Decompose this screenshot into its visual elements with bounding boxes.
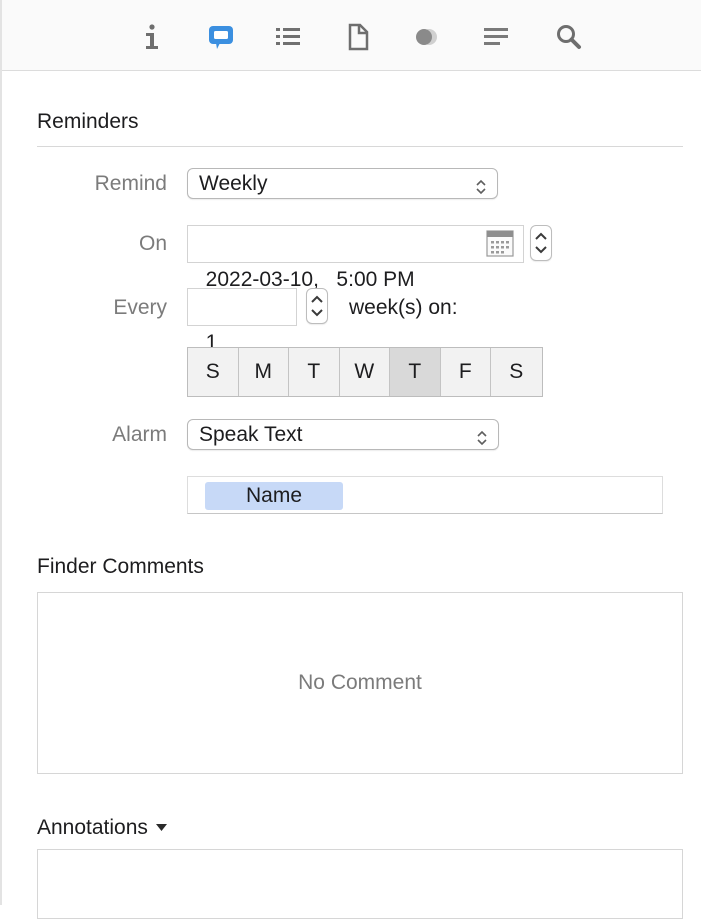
alarm-label: Alarm bbox=[112, 423, 167, 446]
date-time-field[interactable]: 2022-03-10, 5:00 PM bbox=[187, 225, 524, 291]
info-icon[interactable] bbox=[138, 22, 168, 52]
lines-icon[interactable] bbox=[481, 22, 511, 52]
comment-bubble-icon[interactable] bbox=[206, 22, 236, 52]
list-icon[interactable] bbox=[273, 22, 303, 52]
on-label: On bbox=[138, 232, 167, 255]
day-friday[interactable]: F bbox=[440, 348, 491, 396]
finder-comments-textarea[interactable]: No Comment bbox=[37, 592, 683, 774]
reminders-divider bbox=[37, 146, 683, 147]
day-saturday[interactable]: S bbox=[491, 348, 542, 396]
every-label: Every bbox=[113, 296, 167, 319]
date-stepper[interactable] bbox=[530, 225, 552, 261]
weekday-selector: S M T W T F S bbox=[187, 347, 543, 397]
annotations-area[interactable] bbox=[37, 849, 683, 919]
day-tuesday[interactable]: T bbox=[289, 348, 340, 396]
interval-unit-label: week(s) on: bbox=[349, 296, 458, 319]
alarm-popup[interactable]: Speak Text bbox=[187, 419, 499, 450]
popup-arrows-icon bbox=[475, 175, 487, 204]
reminders-heading: Reminders bbox=[37, 110, 139, 133]
search-icon[interactable] bbox=[554, 22, 584, 52]
day-wednesday[interactable]: W bbox=[339, 348, 390, 396]
interval-field[interactable]: 1 bbox=[187, 288, 297, 354]
disclosure-triangle-icon bbox=[155, 813, 167, 837]
day-sunday[interactable]: S bbox=[188, 348, 239, 396]
speak-text-token-field[interactable]: Name bbox=[187, 476, 663, 514]
window-edge bbox=[0, 0, 2, 905]
day-monday[interactable]: M bbox=[238, 348, 289, 396]
annotations-label: Annotations bbox=[37, 816, 148, 839]
popup-arrows-icon bbox=[476, 426, 488, 455]
day-thursday[interactable]: T bbox=[390, 348, 441, 396]
finder-comments-heading: Finder Comments bbox=[37, 555, 204, 578]
inspector-toolbar bbox=[2, 0, 701, 71]
no-comment-placeholder: No Comment bbox=[298, 671, 422, 694]
remind-label: Remind bbox=[94, 172, 167, 195]
remind-value: Weekly bbox=[199, 172, 268, 195]
name-token[interactable]: Name bbox=[205, 482, 343, 510]
calendar-icon[interactable] bbox=[486, 230, 514, 262]
alarm-value: Speak Text bbox=[199, 423, 303, 446]
document-icon[interactable] bbox=[343, 22, 373, 52]
remind-popup[interactable]: Weekly bbox=[187, 168, 498, 199]
interval-stepper[interactable] bbox=[306, 288, 328, 324]
annotations-heading[interactable]: Annotations bbox=[37, 813, 167, 840]
overlapping-circles-icon[interactable] bbox=[412, 22, 442, 52]
